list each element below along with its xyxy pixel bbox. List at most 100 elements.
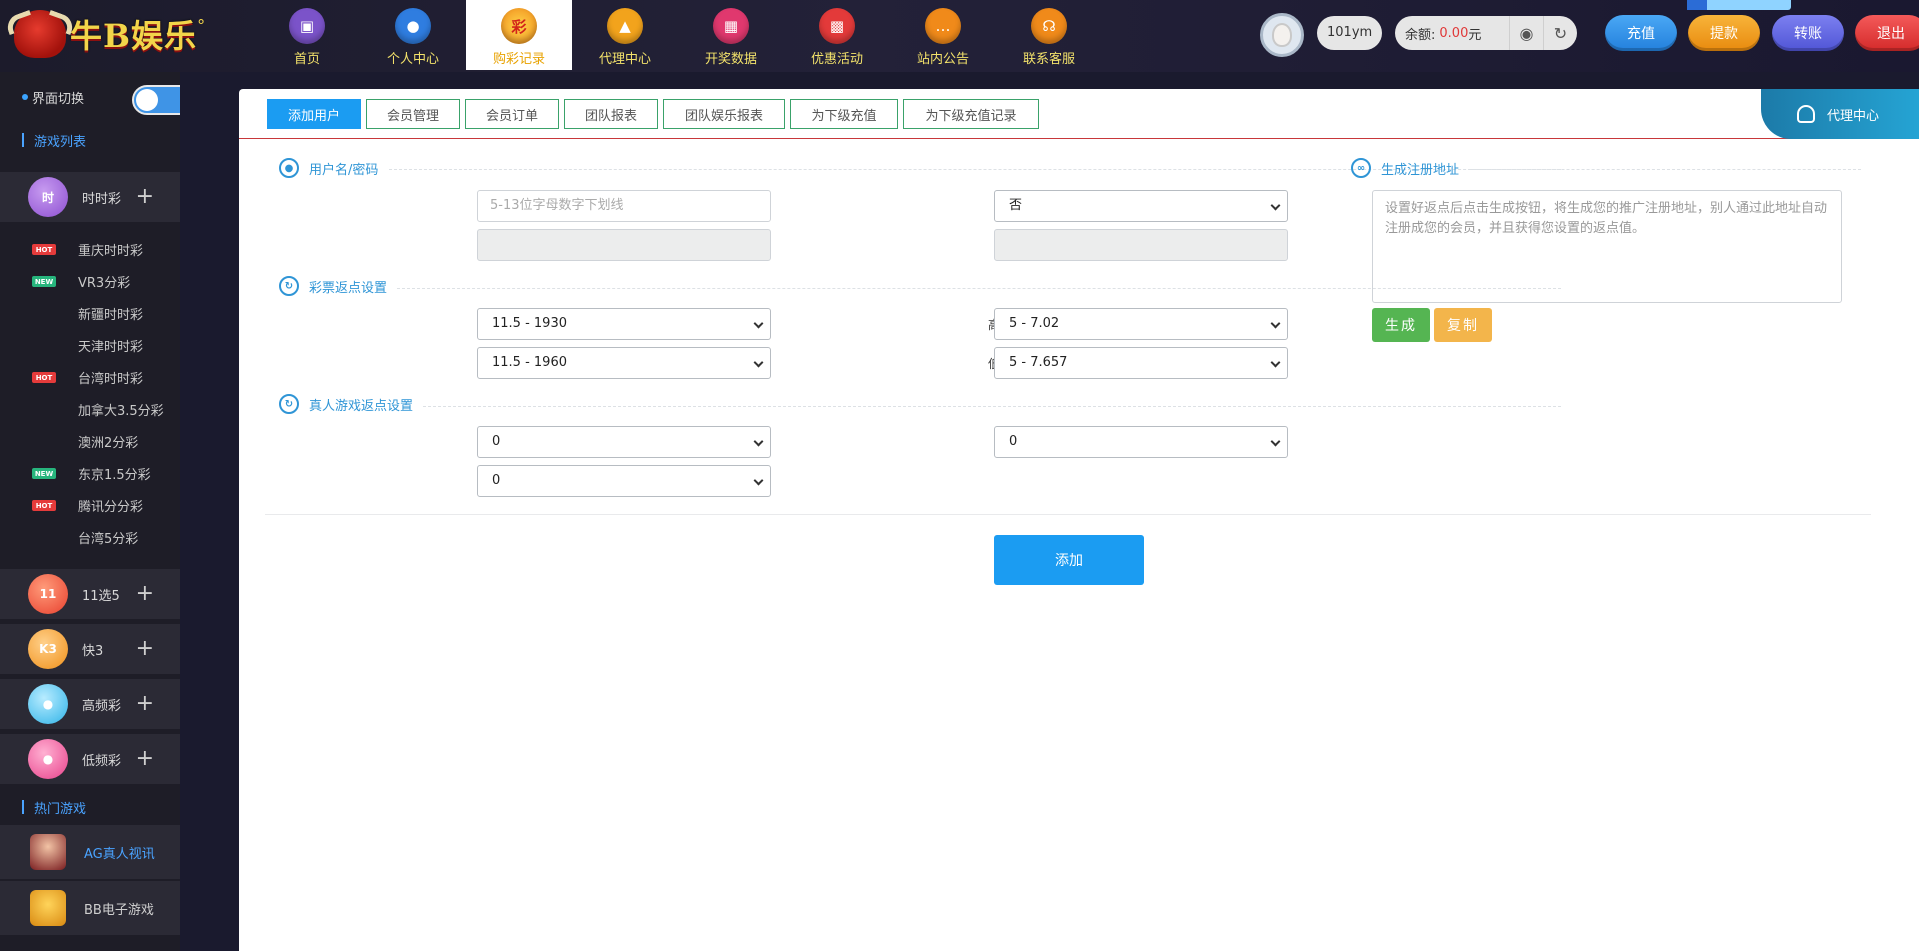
tab-subordinate-recharge-records[interactable]: 为下级充值记录 (903, 99, 1039, 129)
logout-button[interactable]: 退出 (1855, 15, 1919, 51)
select-value: 0 (492, 434, 501, 449)
section-title: 彩票返点设置 (309, 280, 388, 296)
sidebar-item-tw5[interactable]: 台湾5分彩 (0, 521, 180, 553)
register-link-textarea[interactable]: 设置好返点后点击生成按钮，将生成您的推广注册地址，别人通过此地址自动注册成您的会… (1372, 190, 1842, 303)
sidebar-item-tokyo15[interactable]: NEW 东京1.5分彩 (0, 457, 180, 489)
top-bar: 牛B娱乐 ° ▣ 首页 ● 个人中心 彩 购彩记录 ▲ 代理中心 ▦ 开奖数据 ▩… (0, 0, 1919, 72)
chevron-down-icon (1270, 357, 1281, 368)
balance-label: 余额: (1405, 27, 1436, 43)
tab-add-user[interactable]: 添加用户 (267, 99, 361, 129)
nav-agent-center[interactable]: ▲ 代理中心 (572, 0, 678, 70)
chess-rebate-select[interactable]: 0 (477, 465, 771, 497)
hot-badge: HOT (32, 500, 56, 511)
sidebar-group-low-freq[interactable]: ● 低频彩 + (0, 734, 180, 784)
hot-game-bb-egame[interactable]: BB电子游戏 (0, 881, 180, 935)
add-user-button[interactable]: 添加 (994, 535, 1144, 585)
high-freq-unfixed-select[interactable]: 5 - 7.02 (994, 308, 1288, 340)
tab-subordinate-recharge[interactable]: 为下级充值 (790, 99, 898, 129)
username-input[interactable]: 5-13位字母数字下划线 (477, 190, 771, 222)
nav-home[interactable]: ▣ 首页 (254, 0, 360, 70)
refresh-icon[interactable]: ↻ (1543, 16, 1577, 50)
group-label: 时时彩 (82, 191, 122, 207)
eye-icon[interactable]: ◉ (1509, 16, 1543, 50)
low-freq-unfixed-select[interactable]: 5 - 7.657 (994, 347, 1288, 379)
sidebar-group-11x5[interactable]: 11 11选5 + (0, 569, 180, 619)
generate-button[interactable]: 生成 (1372, 308, 1430, 342)
nav-draw-data[interactable]: ▦ 开奖数据 (678, 0, 784, 70)
plus-icon[interactable]: + (136, 691, 154, 716)
high-freq-select[interactable]: 11.5 - 1930 (477, 308, 771, 340)
sidebar-item-twssc[interactable]: HOT 台湾时时彩 (0, 361, 180, 393)
select-value: 5 - 7.02 (1009, 316, 1060, 331)
section-divider (1471, 169, 1861, 170)
games-title-text: 游戏列表 (34, 134, 87, 150)
deposit-button[interactable]: 充值 (1605, 15, 1677, 51)
sidebar-item-au2[interactable]: 澳洲2分彩 (0, 425, 180, 457)
interface-toggle[interactable] (132, 85, 180, 115)
sidebar-item-tjssc[interactable]: 天津时时彩 (0, 329, 180, 361)
is-agent-select[interactable]: 否 (994, 190, 1288, 222)
agent-center-tag[interactable]: 代理中心 (1761, 89, 1919, 139)
plus-icon[interactable]: + (136, 184, 154, 209)
group-label: 11选5 (82, 588, 120, 604)
games-section-title: 游戏列表 (0, 122, 180, 158)
calendar-icon: ▦ (713, 8, 749, 44)
chevron-down-icon (1270, 200, 1281, 211)
section-bar (22, 133, 24, 147)
sidebar-group-ssc[interactable]: 时 时时彩 + (0, 172, 180, 222)
section-divider (423, 406, 1561, 407)
user-icon: ● (395, 8, 431, 44)
sidebar-group-k3[interactable]: K3 快3 + (0, 624, 180, 674)
tab-team-entertainment-report[interactable]: 团队娱乐报表 (663, 99, 785, 129)
plus-icon[interactable]: + (136, 581, 154, 606)
sub-item-label: 台湾5分彩 (78, 531, 139, 547)
sidebar-group-high-freq[interactable]: ● 高频彩 + (0, 679, 180, 729)
logo-text: 牛B娱乐 (70, 17, 198, 55)
k3-icon: K3 (28, 629, 68, 669)
tab-bar: 添加用户 会员管理 会员订单 团队报表 团队娱乐报表 为下级充值 为下级充值记录… (239, 89, 1919, 139)
sub-item-label: 新疆时时彩 (78, 307, 144, 323)
password-input[interactable] (477, 229, 771, 261)
main-panel: 添加用户 会员管理 会员订单 团队报表 团队娱乐报表 为下级充值 为下级充值记录… (239, 89, 1919, 951)
low-freq-select[interactable]: 11.5 - 1960 (477, 347, 771, 379)
site-logo[interactable]: 牛B娱乐 ° (14, 8, 214, 60)
withdraw-button[interactable]: 提款 (1688, 15, 1760, 51)
copy-button[interactable]: 复制 (1434, 308, 1492, 342)
hot-game-ag-live[interactable]: AG真人视讯 (0, 825, 180, 879)
balance-value: 0.00 (1439, 25, 1469, 41)
select-value: 0 (492, 473, 501, 488)
transfer-button[interactable]: 转账 (1772, 15, 1844, 51)
sidebar-item-tencent[interactable]: HOT 腾讯分分彩 (0, 489, 180, 521)
ag-live-icon (30, 834, 66, 870)
high-freq-icon: ● (28, 684, 68, 724)
refresh-circle-icon: ↻ (279, 276, 299, 296)
nav-announcements[interactable]: … 站内公告 (890, 0, 996, 70)
tab-team-report[interactable]: 团队报表 (564, 99, 658, 129)
sidebar-item-canada35[interactable]: 加拿大3.5分彩 (0, 393, 180, 425)
home-icon: ▣ (289, 8, 325, 44)
tab-member-management[interactable]: 会员管理 (366, 99, 460, 129)
section-lottery-rebate: ↻ 彩票返点设置 (279, 276, 387, 296)
select-value: 11.5 - 1960 (492, 355, 567, 370)
nav-promotions[interactable]: ▩ 优惠活动 (784, 0, 890, 70)
user-outline-icon (1797, 105, 1815, 123)
nav-lottery-record[interactable]: 彩 购彩记录 (466, 0, 572, 70)
chevron-down-icon (753, 318, 764, 329)
live-rebate-select[interactable]: 0 (477, 426, 771, 458)
nav-label: 开奖数据 (704, 52, 757, 67)
plus-icon[interactable]: + (136, 746, 154, 771)
plus-icon[interactable]: + (136, 636, 154, 661)
egame-rebate-select[interactable]: 0 (994, 426, 1288, 458)
sidebar-item-vr3[interactable]: NEW VR3分彩 (0, 265, 180, 297)
nav-personal-center[interactable]: ● 个人中心 (360, 0, 466, 70)
sidebar-item-xjssc[interactable]: 新疆时时彩 (0, 297, 180, 329)
nav-customer-service[interactable]: ☊ 联系客服 (996, 0, 1102, 70)
fund-password-input[interactable] (994, 229, 1288, 261)
chat-icon: … (925, 8, 961, 44)
tab-member-orders[interactable]: 会员订单 (465, 99, 559, 129)
chevron-down-icon (1270, 318, 1281, 329)
balance-unit: 元 (1468, 27, 1482, 43)
sidebar-item-cqssc[interactable]: HOT 重庆时时彩 (0, 233, 180, 265)
ssc-icon: 时 (28, 177, 68, 217)
avatar[interactable] (1260, 13, 1304, 57)
